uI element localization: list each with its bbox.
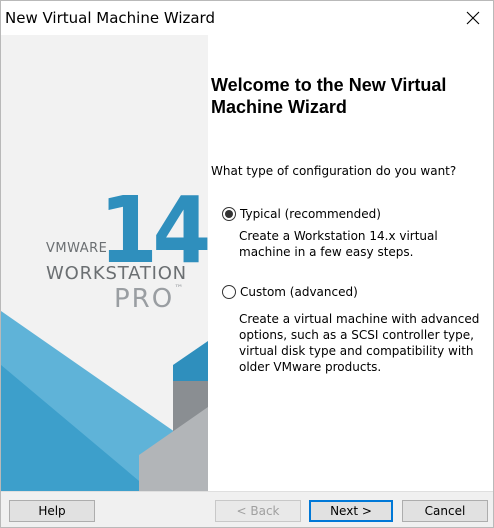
typical-label[interactable]: Typical (recommended) xyxy=(240,207,381,221)
config-question: What type of configuration do you want? xyxy=(211,164,457,178)
custom-option[interactable]: Custom (advanced) xyxy=(222,285,358,299)
back-button[interactable]: < Back xyxy=(215,500,301,522)
wizard-window: New Virtual Machine Wizard 14 VMWARE WOR… xyxy=(0,0,494,528)
wizard-heading: Welcome to the New Virtual Machine Wizar… xyxy=(211,75,447,117)
close-button[interactable] xyxy=(453,1,493,35)
custom-radio[interactable] xyxy=(222,285,236,299)
product-name: WORKSTATION xyxy=(46,263,187,284)
edition-name: PRO™ xyxy=(114,284,183,314)
vendor-logo-text: VMWARE xyxy=(46,241,108,256)
typical-radio[interactable] xyxy=(222,207,236,221)
edition-text: PRO xyxy=(114,284,175,314)
typical-description: Create a Workstation 14.x virtual machin… xyxy=(239,229,438,259)
button-bar: Help < Back Next > Cancel xyxy=(1,491,493,527)
radio-selected-dot xyxy=(225,210,233,218)
custom-description: Create a virtual machine with advanced o… xyxy=(239,312,480,374)
typical-option[interactable]: Typical (recommended) xyxy=(222,207,381,221)
title-bar: New Virtual Machine Wizard xyxy=(1,1,493,35)
close-icon xyxy=(466,11,480,25)
content-panel: Welcome to the New Virtual Machine Wizar… xyxy=(208,35,493,491)
cancel-button[interactable]: Cancel xyxy=(402,500,488,522)
branding-panel: 14 VMWARE WORKSTATION PRO™ xyxy=(1,35,208,491)
help-button[interactable]: Help xyxy=(9,500,95,522)
window-title: New Virtual Machine Wizard xyxy=(5,9,215,27)
custom-label[interactable]: Custom (advanced) xyxy=(240,285,358,299)
next-button[interactable]: Next > xyxy=(309,500,393,522)
trademark-symbol: ™ xyxy=(174,284,184,294)
